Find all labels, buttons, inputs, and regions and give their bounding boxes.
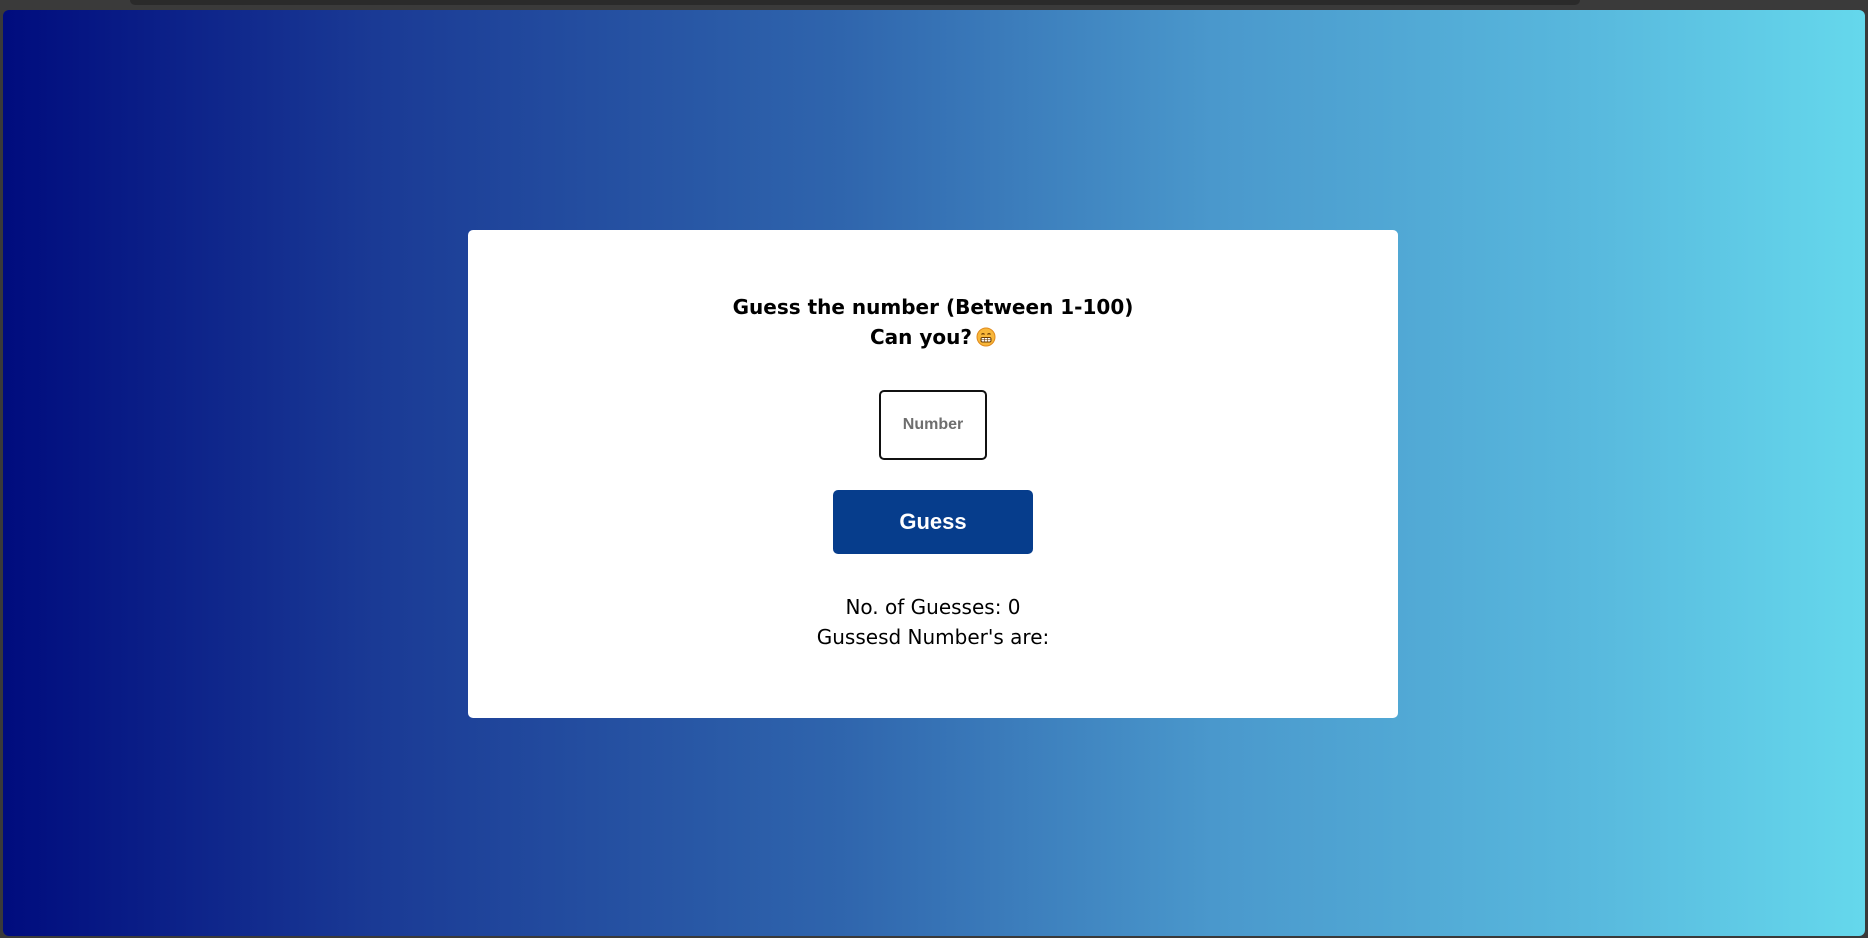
guess-button[interactable]: Guess bbox=[833, 490, 1033, 554]
game-heading: Guess the number (Between 1-100) Can you… bbox=[468, 292, 1398, 352]
window-top-bar bbox=[130, 0, 1580, 5]
input-wrapper bbox=[468, 390, 1398, 460]
number-input[interactable] bbox=[879, 390, 987, 460]
guesses-count-row: No. of Guesses: 0 bbox=[468, 592, 1398, 622]
game-card: Guess the number (Between 1-100) Can you… bbox=[468, 230, 1398, 718]
guesses-count-label: No. of Guesses: bbox=[845, 595, 1008, 619]
page-viewport: Guess the number (Between 1-100) Can you… bbox=[3, 10, 1865, 936]
grinning-face-icon bbox=[976, 325, 996, 347]
guessed-numbers-label: Gussesd Number's are: bbox=[816, 625, 1050, 649]
heading-line-1: Guess the number (Between 1-100) bbox=[732, 295, 1134, 319]
guesses-count-value: 0 bbox=[1007, 595, 1021, 619]
browser-window: Guess the number (Between 1-100) Can you… bbox=[0, 0, 1868, 938]
heading-challenge-text: Can you? bbox=[870, 325, 972, 349]
heading-line-2: Can you? bbox=[468, 322, 1398, 352]
guess-stats: No. of Guesses: 0 Gussesd Number's are: bbox=[468, 592, 1398, 652]
guessed-numbers-row: Gussesd Number's are: bbox=[468, 622, 1398, 652]
